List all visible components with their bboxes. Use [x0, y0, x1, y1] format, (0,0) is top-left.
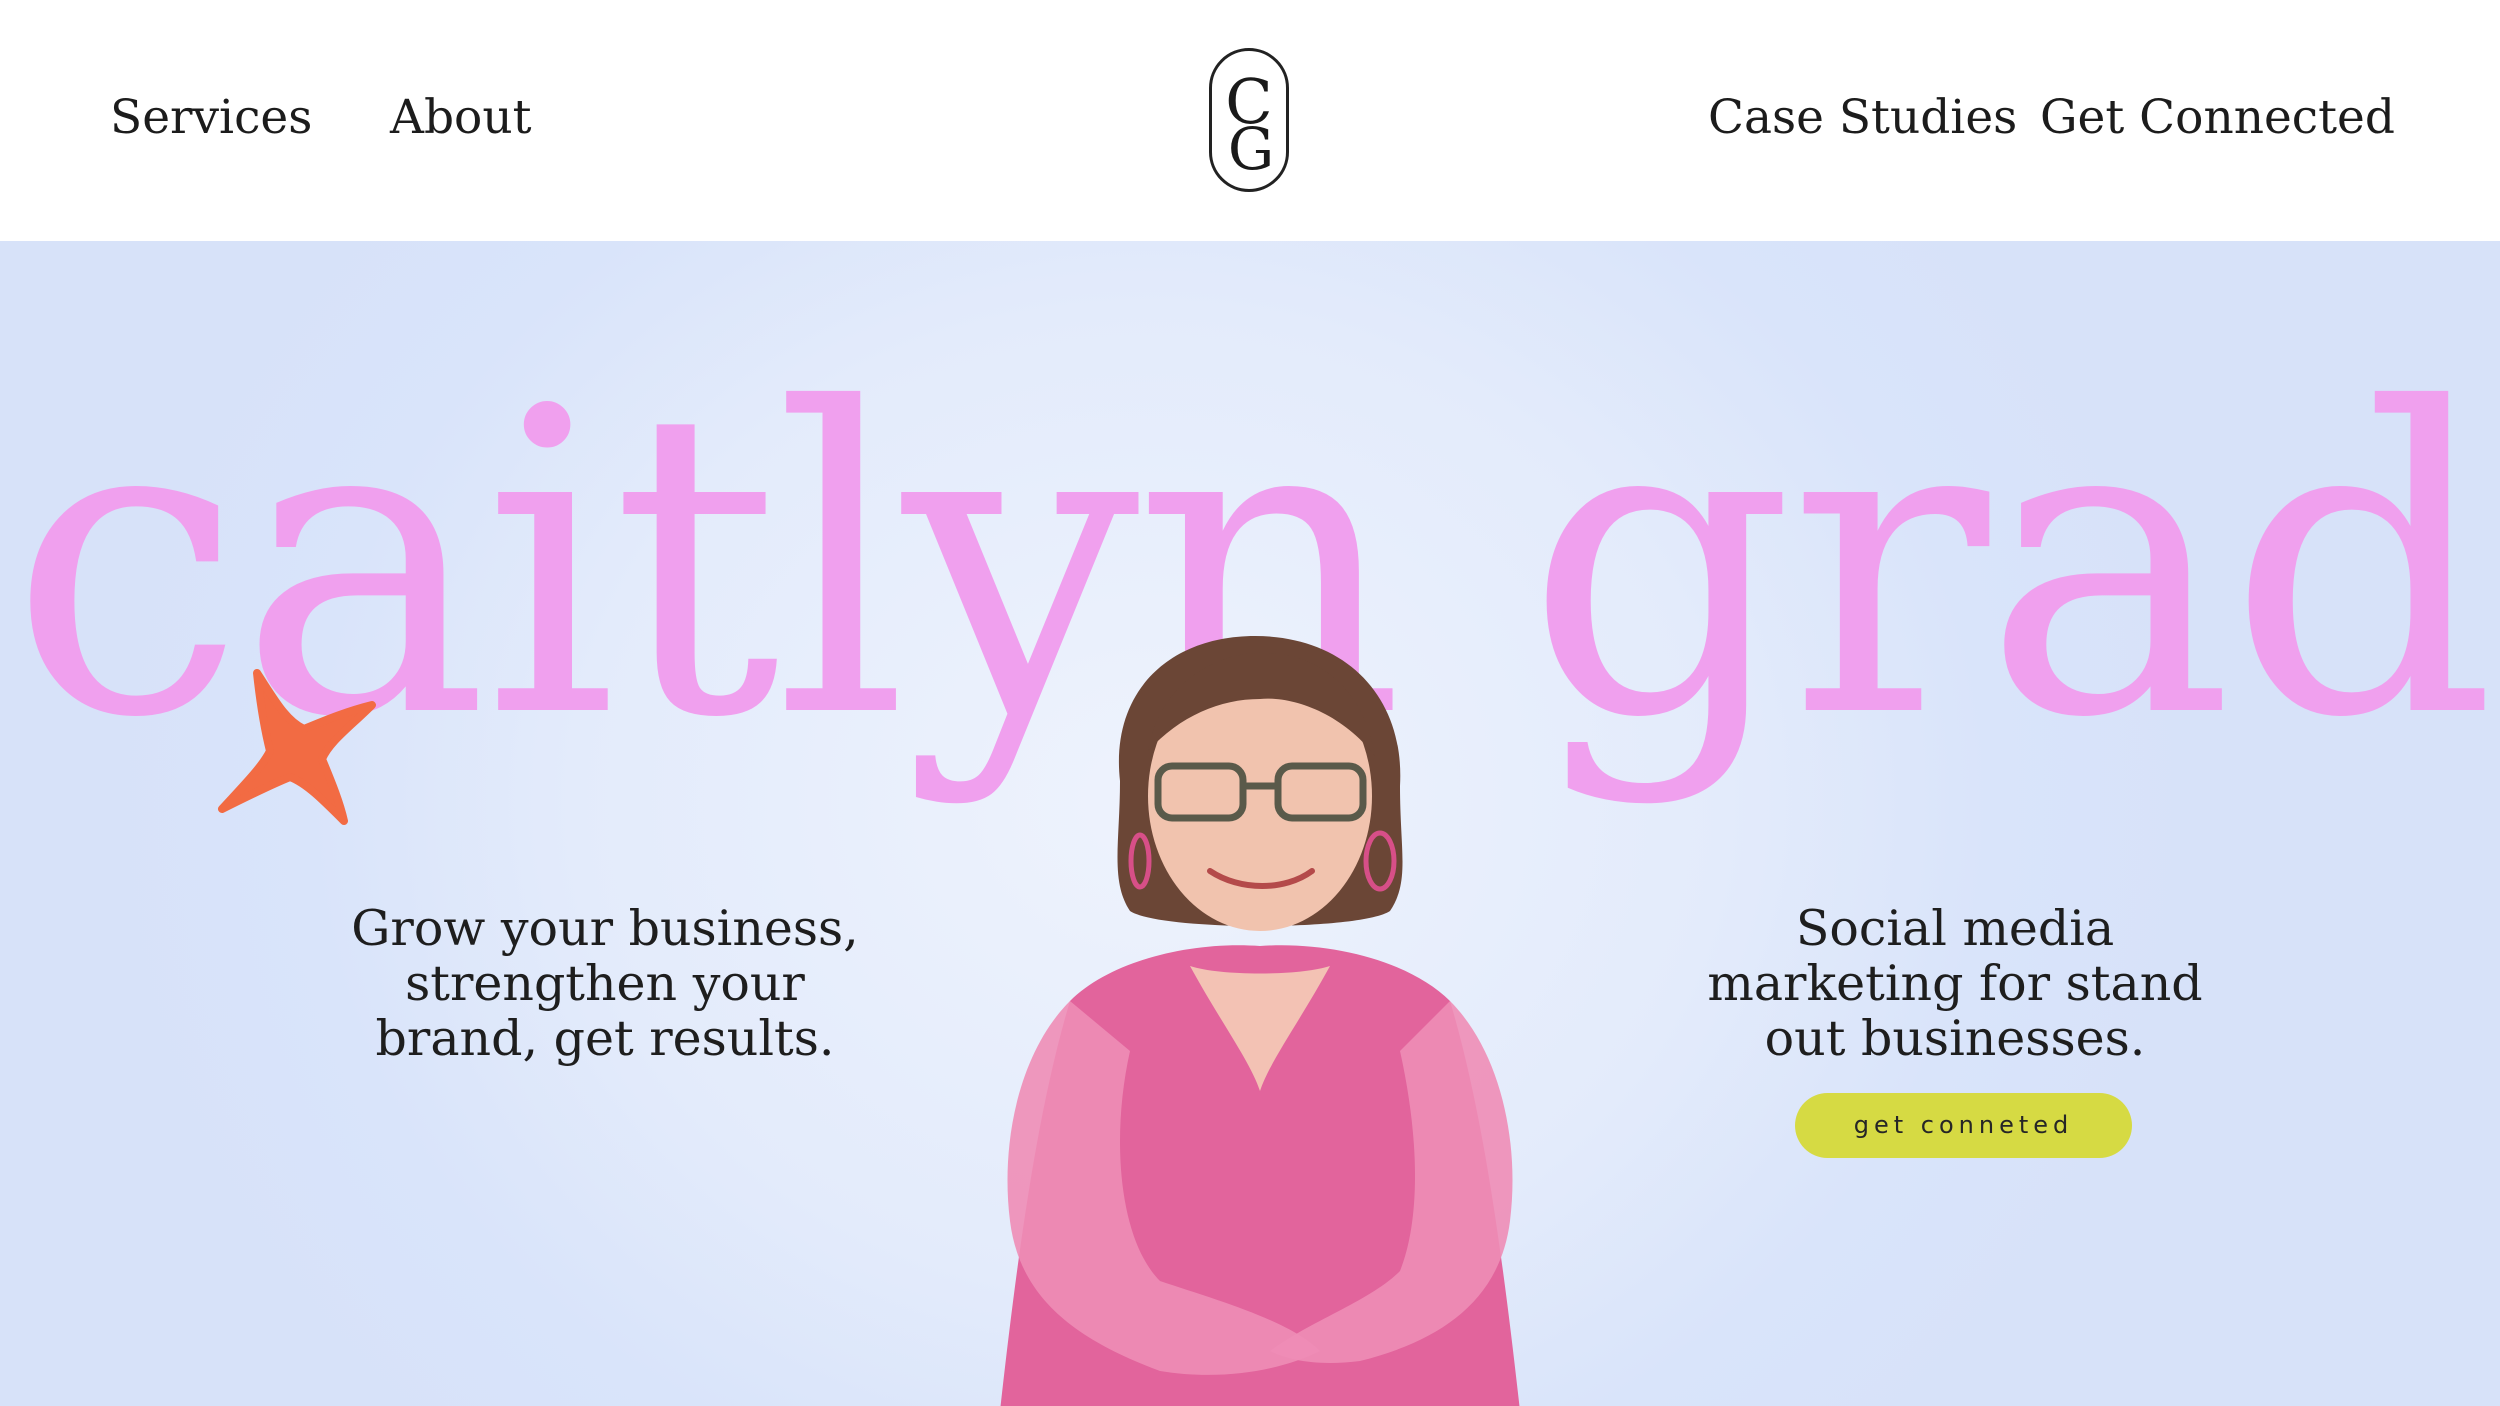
nav-link-services[interactable]: Services	[110, 88, 312, 148]
four-point-star-icon	[218, 669, 376, 825]
nav-link-case-studies[interactable]: Case Studies	[1708, 88, 2017, 148]
tagline-right-line-3: out businesses.	[1764, 1010, 2146, 1067]
site-header: Services About C G Case Studies Get Conn…	[0, 0, 2500, 241]
tagline-right-line-2: marketing for stand	[1707, 955, 2203, 1012]
tagline-left: Grow your business, strengthen your bran…	[345, 901, 865, 1066]
logo-letter-g: G	[1228, 115, 1274, 183]
cg-monogram-icon[interactable]: C G	[1209, 48, 1289, 192]
tagline-left-line-3: brand, get results.	[375, 1010, 835, 1067]
tagline-right-line-1: Social media	[1795, 900, 2115, 957]
portrait-photo	[1000, 636, 1520, 1406]
nav-link-get-connected[interactable]: Get Connected	[2040, 88, 2395, 148]
tagline-left-line-1: Grow your business,	[351, 900, 859, 957]
get-connected-button[interactable]: get conneted	[1795, 1093, 2132, 1158]
tagline-left-line-2: strengthen your	[405, 955, 805, 1012]
tagline-right: Social media marketing for stand out bus…	[1700, 901, 2210, 1066]
nav-link-about[interactable]: About	[390, 88, 531, 148]
hero-section: caitlyn grad Grow your business, strengt…	[0, 241, 2500, 1406]
